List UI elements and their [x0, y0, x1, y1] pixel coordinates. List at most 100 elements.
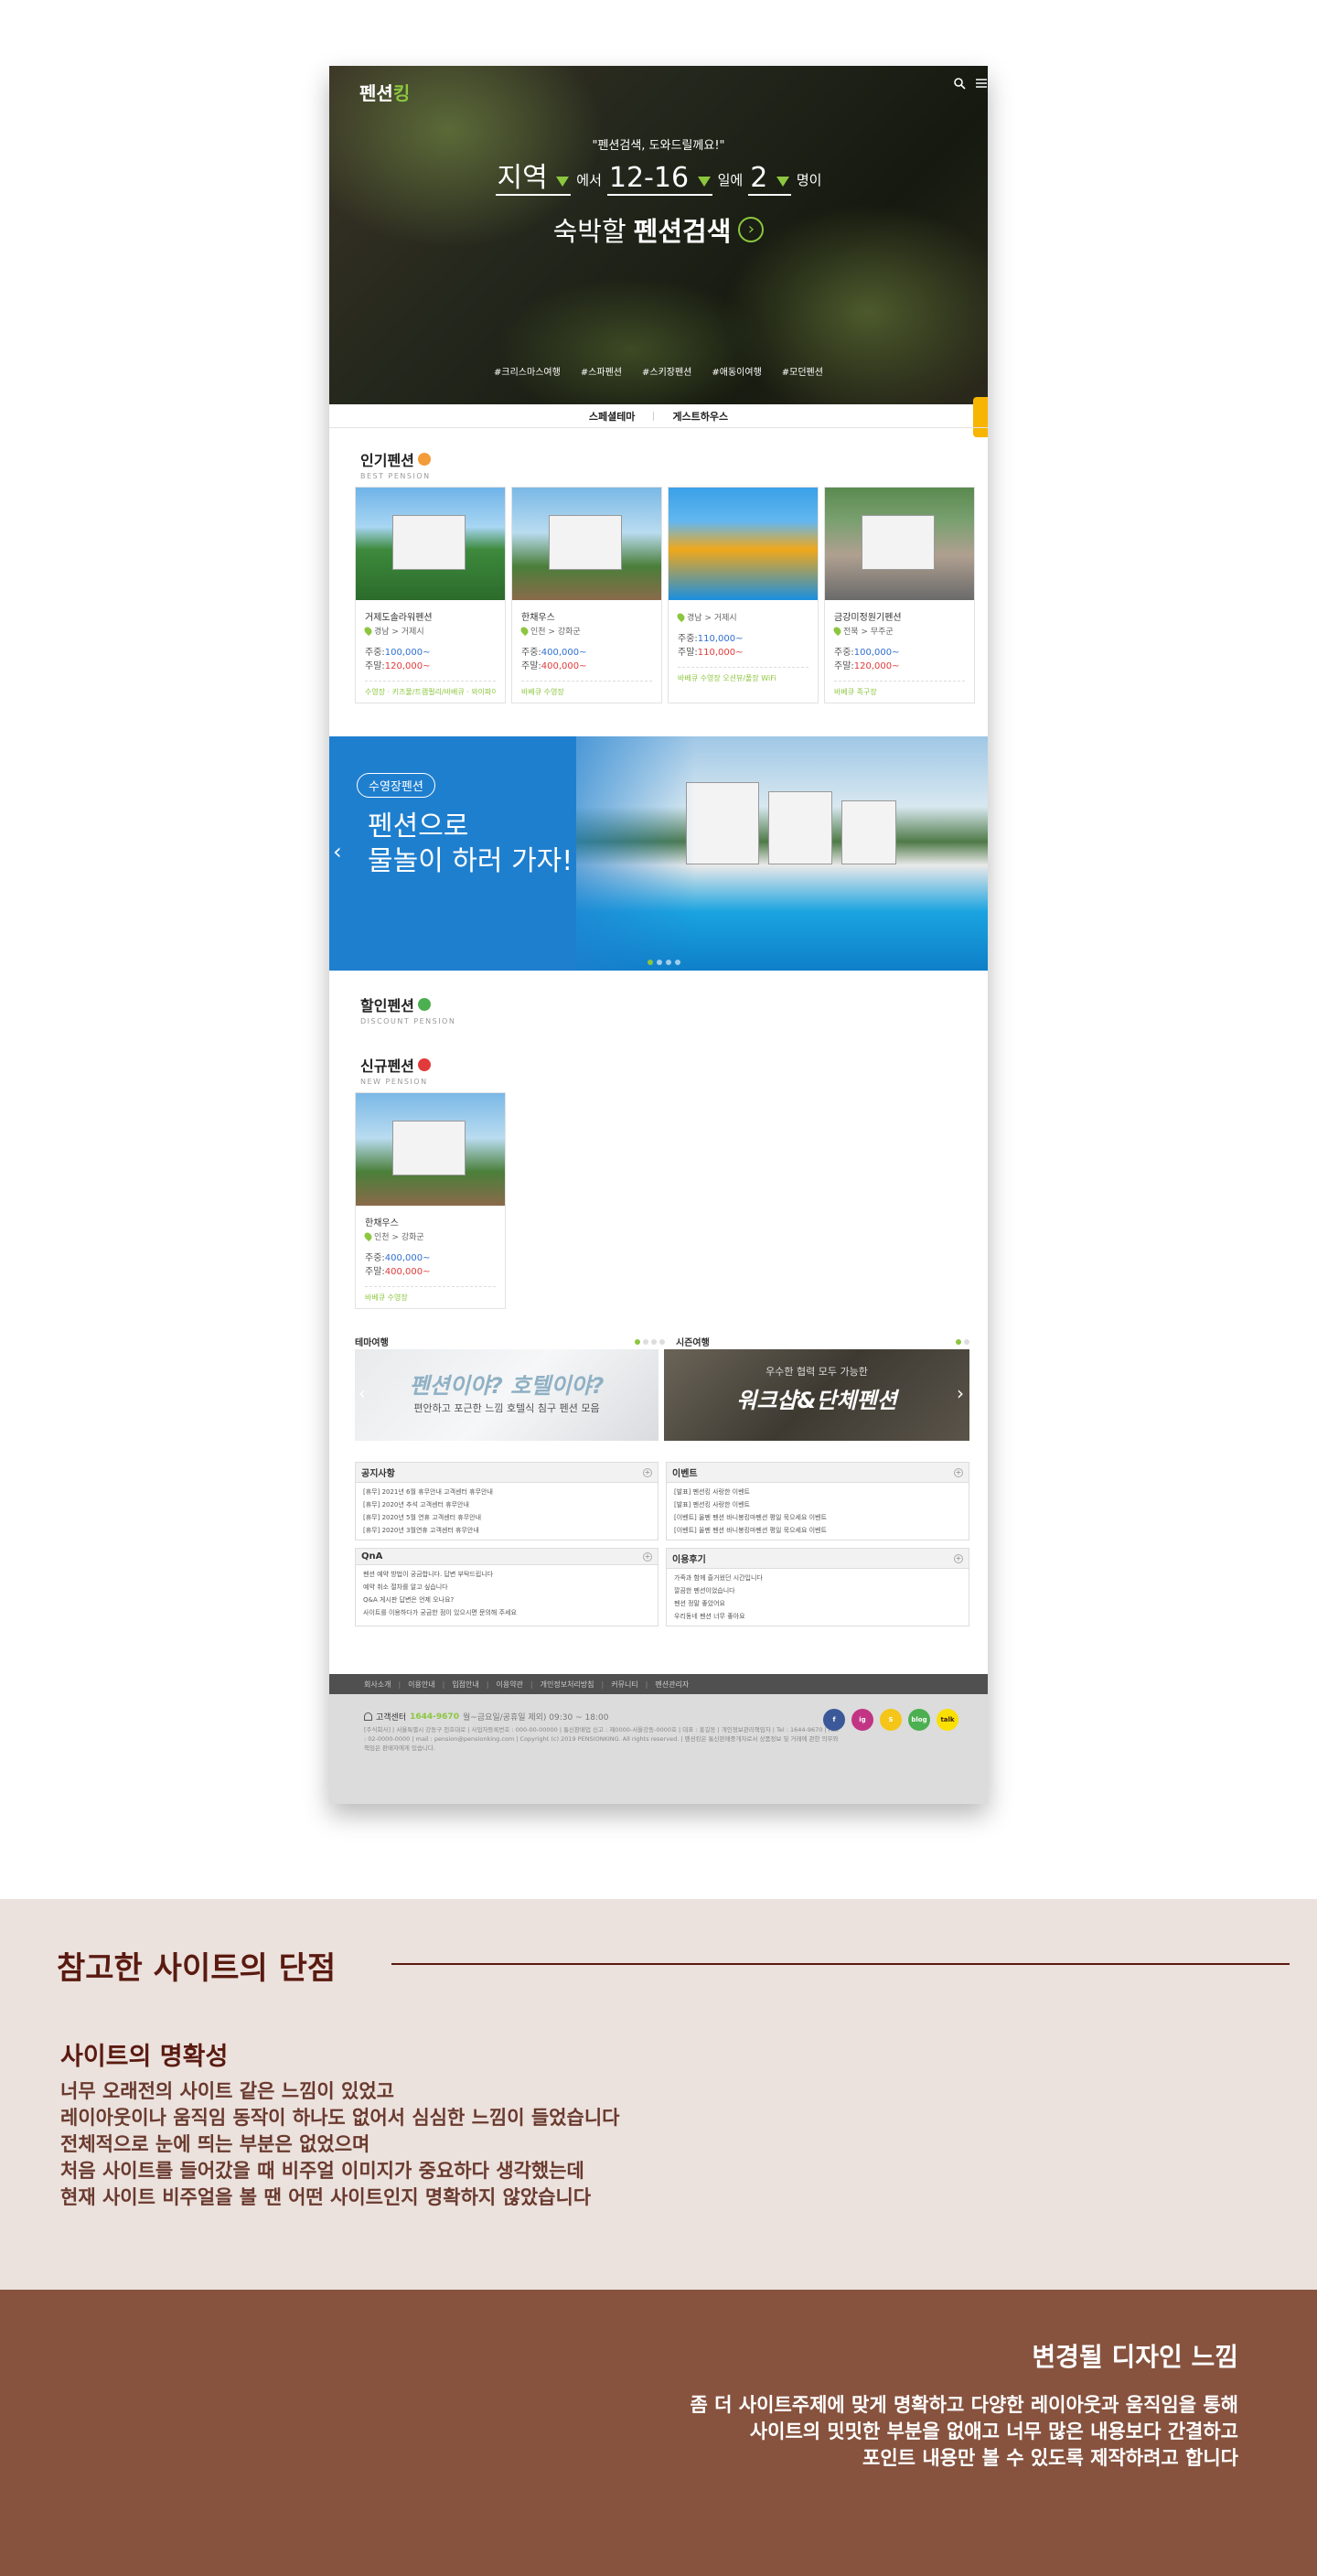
hashtag-link[interactable]: #스파펜션 — [581, 364, 622, 378]
board-item[interactable]: [이벤트] 올펜 펜션 바니봉킹마펜션 평일 묵으세요 이벤트 — [674, 1511, 961, 1524]
footer-nav-link[interactable]: 개인정보처리방침 — [541, 1680, 594, 1690]
pension-amenities: 바베큐 족구장 — [834, 681, 965, 697]
redesign-line: 포인트 내용만 볼 수 있도록 제작하려고 합니다 — [862, 2447, 1238, 2469]
footer-nav-link[interactable]: 이용안내 — [408, 1680, 434, 1690]
region-select[interactable]: 지역 — [495, 163, 572, 196]
board-item[interactable]: 사이트를 이용하다가 궁금한 점이 있으시면 문의해 주세요 — [363, 1606, 650, 1619]
board-item[interactable]: 펜션 예약 방법이 궁금합니다. 답변 부탁드립니다 — [363, 1568, 650, 1581]
banner-category-pill[interactable]: 수영장펜션 — [357, 773, 435, 798]
customer-center: 고객센터 1644-9670 월~금요일/공휴일 제외) 09:30 ~ 18:… — [364, 1711, 608, 1723]
subnav-special-theme[interactable]: 스페셜테마 — [589, 409, 636, 424]
analysis-line: 현재 사이트 비주얼을 볼 땐 어떤 사이트인지 명확하지 않았습니다 — [60, 2186, 592, 2208]
dropdown-triangle-icon — [776, 177, 789, 187]
board-item[interactable]: 깔끔한 펜션이었습니다 — [674, 1584, 961, 1597]
guest-count-select[interactable]: 2 — [748, 163, 791, 196]
kakaotalk-icon[interactable]: talk — [937, 1709, 958, 1731]
hashtag-link[interactable]: #애동이여행 — [712, 364, 761, 378]
kakaostory-icon[interactable]: S — [880, 1709, 902, 1731]
weekend-price: 400,000~ — [541, 661, 587, 671]
dropdown-triangle-icon — [697, 177, 711, 187]
chevron-left-icon[interactable]: ‹ — [333, 839, 342, 864]
location-pin-icon — [831, 625, 843, 637]
board-item[interactable]: [이벤트] 올펜 펜션 바니봉킹마펜션 평일 묵으세요 이벤트 — [674, 1524, 961, 1537]
footer-navigation: 회사소개 | 이용안내 | 입점안내 | 이용약관 | 개인정보처리방침 | 커뮤니티 | 펜션관리자 — [329, 1674, 988, 1694]
banner-pagination[interactable] — [648, 960, 680, 965]
footer-nav-link[interactable]: 이용약관 — [496, 1680, 522, 1690]
more-plus-icon[interactable]: + — [954, 1467, 963, 1477]
analysis-line: 레이아웃이나 움직임 동작이 하나도 없어서 심심한 느낌이 들었습니다 — [60, 2107, 620, 2129]
hashtag-link[interactable]: #크리스마스여행 — [494, 364, 561, 378]
hashtag-link[interactable]: #스키장펜션 — [642, 364, 691, 378]
site-logo[interactable]: 펜션킹 — [359, 79, 410, 105]
dropdown-triangle-icon — [556, 177, 570, 187]
weekday-price: 400,000~ — [541, 648, 587, 658]
facebook-icon[interactable]: f — [823, 1709, 845, 1731]
redesign-line: 사이트의 밋밋한 부분을 없애고 너무 많은 내용보다 간결하고 — [749, 2420, 1238, 2442]
board-2: 이벤트 + [발표] 펜션킹 사랑한 이벤트 [발표] 펜션킹 사랑한 이벤트 [이벤트… — [666, 1462, 969, 1540]
date-select[interactable]: 12-16 — [606, 163, 712, 196]
blog-icon[interactable]: blog — [908, 1709, 930, 1731]
pension-name: 한채우스 — [365, 1218, 399, 1229]
search-icon[interactable] — [953, 76, 966, 90]
pension-location: 인천 > 강화군 — [374, 1233, 424, 1242]
board-item[interactable]: [휴무] 2020년 5월 연휴 고객센터 휴무안내 — [363, 1511, 650, 1524]
weekend-price: 120,000~ — [853, 661, 900, 671]
menu-icon[interactable] — [975, 76, 988, 89]
more-plus-icon[interactable]: + — [954, 1553, 963, 1563]
season-travel-card[interactable]: 우수한 협력 모두 가능한 워크샵&단체펜션 › — [664, 1349, 969, 1441]
search-pension-button[interactable]: 펜션검색 — [634, 210, 732, 249]
social-links: f ig Sblog talk — [823, 1709, 958, 1731]
subnav-guesthouse[interactable]: 게스트하우스 — [672, 409, 728, 424]
pension-card[interactable]: 한채우스 인천 > 강화군 주중:400,000~ 주말:400,000~ 바베큐 수영… — [511, 487, 662, 703]
board-item[interactable]: Q&A 게시판 답변은 언제 오나요? — [363, 1594, 650, 1606]
search-sentence: 지역 에서 12-16 일에 2 명이 — [495, 162, 822, 196]
headset-icon — [364, 1712, 372, 1721]
board-3: QnA + 펜션 예약 방법이 궁금합니다. 답변 부탁드립니다 예약 취소 절차를 … — [355, 1548, 658, 1626]
season-travel-label: 시즌여행 — [676, 1338, 710, 1348]
board-item[interactable]: 펜션 정말 좋았어요 — [674, 1597, 961, 1610]
promo-banner[interactable]: 수영장펜션 펜션으로 물놀이 하러 가자! ‹ — [329, 736, 988, 971]
pension-amenities: 바베큐 수영장 — [365, 1286, 496, 1303]
footer-nav-link[interactable]: 입점안내 — [452, 1680, 478, 1690]
footer-nav-link[interactable]: 펜션관리자 — [655, 1680, 689, 1690]
board-item[interactable]: [휴무] 2021년 6월 휴무안내 고객센터 휴무안내 — [363, 1486, 650, 1498]
best-pension-header: 인기펜션 BEST PENSION — [360, 452, 431, 480]
pension-card[interactable]: 금강미정원기펜션 전북 > 무주군 주중:100,000~ 주말:120,000~ 바베… — [824, 487, 975, 703]
promo-pagination-left[interactable] — [635, 1335, 665, 1348]
board-title: QnA — [361, 1551, 383, 1562]
pension-photo — [669, 488, 818, 600]
chevron-right-icon: › — [957, 1382, 964, 1404]
hashtag-link[interactable]: #모던펜션 — [782, 364, 823, 378]
theme-travel-card[interactable]: 펜션이야? 호텔이야? 편안하고 포근한 느낌 호텔식 침구 펜션 모음 ‹ — [355, 1349, 658, 1441]
weekday-price: 400,000~ — [384, 1253, 431, 1263]
promo-pagination-right[interactable] — [956, 1335, 969, 1348]
footer-nav-link[interactable]: 커뮤니티 — [611, 1680, 637, 1690]
board-item[interactable]: [휴무] 2020년 추석 고객센터 휴무안내 — [363, 1498, 650, 1511]
medal-icon — [417, 453, 431, 466]
more-plus-icon[interactable]: + — [643, 1467, 652, 1477]
redesign-section: 변경될 디자인 느낌 좀 더 사이트주제에 맞게 명확하고 다양한 레이아웃과 … — [0, 2290, 1317, 2576]
pension-card[interactable]: 한채우스 인천 > 강화군 주중:400,000~ 주말:400,000~ 바베큐 수영… — [355, 1092, 506, 1309]
pension-card[interactable]: 경남 > 거제시 주중:110,000~ 주말:110,000~ 바베큐 수영장 오션… — [668, 487, 819, 703]
location-pin-icon — [519, 625, 530, 637]
board-item[interactable]: 예약 취소 절차를 알고 싶습니다 — [363, 1581, 650, 1594]
new-pension-header: 신규펜션 NEW PENSION — [360, 1054, 431, 1086]
board-title: 이벤트 — [672, 1469, 698, 1479]
board-item[interactable]: [발표] 펜션킹 사랑한 이벤트 — [674, 1498, 961, 1511]
instagram-icon[interactable]: ig — [851, 1709, 873, 1731]
pension-card[interactable]: 거제도솔라워펜션 경남 > 거제시 주중:100,000~ 주말:120,000~ 수영… — [355, 487, 506, 703]
board-item[interactable]: [발표] 펜션킹 사랑한 이벤트 — [674, 1486, 961, 1498]
analysis-heading: 사이트의 명확성 — [60, 2043, 229, 2071]
more-plus-icon[interactable]: + — [643, 1551, 652, 1562]
chevron-left-icon: ‹ — [359, 1382, 366, 1404]
pension-amenities: 바베큐 수영장 오션뷰/풀장 WiFi — [678, 667, 808, 683]
weekday-price: 100,000~ — [384, 648, 431, 658]
board-item[interactable]: [휴무] 2020년 3월연휴 고객센터 휴무안내 — [363, 1524, 650, 1537]
footer-nav-link[interactable]: 회사소개 — [364, 1680, 391, 1690]
pension-amenities: 수영장 · 키즈풀/트램펄리/바베큐 · 와이파이 — [365, 681, 496, 697]
board-item[interactable]: 우리동네 펜션 너무 좋아요 — [674, 1610, 961, 1623]
weekend-price: 120,000~ — [384, 661, 431, 671]
pension-photo — [356, 1093, 505, 1206]
board-item[interactable]: 가족과 함께 즐거웠던 시간입니다 — [674, 1572, 961, 1584]
go-arrow-icon[interactable]: › — [738, 217, 765, 242]
